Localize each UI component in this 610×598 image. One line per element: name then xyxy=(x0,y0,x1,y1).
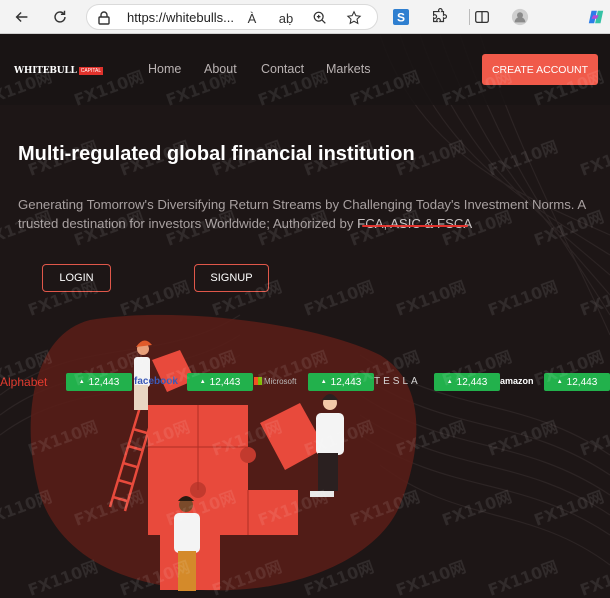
extensions-icon[interactable] xyxy=(428,6,450,28)
ticker-value: 12,443 xyxy=(209,376,241,388)
address-bar[interactable]: https://whitebulls... À aḅ xyxy=(86,4,378,30)
stock-ticker: Alphabet ▲ 12,443 facebook ▲ 12,443 Micros… xyxy=(0,372,610,392)
signup-button[interactable]: SIGNUP xyxy=(194,264,269,292)
page-title: Multi-regulated global financial institu… xyxy=(18,143,415,165)
svg-text:S: S xyxy=(397,11,405,25)
s-extension-icon[interactable]: S xyxy=(390,6,412,28)
up-arrow-icon: ▲ xyxy=(320,379,327,385)
ticker-logo-amazon: amazon xyxy=(500,376,534,386)
nav-contact[interactable]: Contact xyxy=(261,62,304,76)
ticker-value: 12,443 xyxy=(88,376,120,388)
up-arrow-icon: ▲ xyxy=(199,379,206,385)
microsoft-logo-text: Microsoft xyxy=(264,377,297,386)
nav-about[interactable]: About xyxy=(204,62,237,76)
logo-text: WHITEBULL xyxy=(14,66,77,76)
create-account-button[interactable]: CREATE ACCOUNT xyxy=(482,54,598,85)
browser-toolbar: https://whitebulls... À aḅ S xyxy=(0,0,610,34)
ticker-logo-tesla: TESLA xyxy=(374,376,421,387)
up-arrow-icon: ▲ xyxy=(446,379,453,385)
ticker-value: 12,443 xyxy=(566,376,598,388)
regulators-underline xyxy=(362,225,468,227)
ticker-logo-facebook: facebook xyxy=(134,376,178,387)
site-navbar: WHITEBULL CAPITAL Home About Contact Mar… xyxy=(0,35,610,105)
ticker-value: 12,443 xyxy=(456,376,488,388)
lock-icon[interactable] xyxy=(95,9,113,27)
translate-icon[interactable]: aḅ xyxy=(277,9,295,27)
favorite-icon[interactable] xyxy=(345,9,363,27)
webpage: WHITEBULL CAPITAL Home About Contact Mar… xyxy=(0,35,610,598)
url-text[interactable]: https://whitebulls... xyxy=(127,10,234,25)
refresh-icon[interactable] xyxy=(49,6,71,28)
ticker-price: ▲ 12,443 xyxy=(187,373,253,391)
ticker-value: 12,443 xyxy=(330,376,362,388)
ticker-price: ▲ 12,443 xyxy=(308,373,374,391)
nav-markets[interactable]: Markets xyxy=(326,62,370,76)
zoom-icon[interactable] xyxy=(311,9,329,27)
ticker-logo-microsoft: Microsoft xyxy=(254,377,296,386)
login-button[interactable]: LOGIN xyxy=(42,264,111,292)
profile-icon[interactable] xyxy=(509,6,531,28)
hero-subtext-body: Generating Tomorrow's Diversifying Retur… xyxy=(18,197,586,231)
ticker-logo-alphabet: Alphabet xyxy=(0,375,48,389)
ticker-price: ▲ 12,443 xyxy=(544,373,610,391)
split-screen-icon[interactable] xyxy=(471,6,493,28)
back-icon[interactable] xyxy=(11,6,33,28)
logo-badge: CAPITAL xyxy=(78,67,104,75)
puzzle-illustration xyxy=(30,314,417,591)
regulators-text: FCA, ASIC & FSCA xyxy=(357,216,473,231)
ticker-price: ▲ 12,443 xyxy=(66,373,132,391)
copilot-icon[interactable] xyxy=(585,6,607,28)
hero-subtext: Generating Tomorrow's Diversifying Retur… xyxy=(18,195,604,233)
microsoft-squares-icon xyxy=(254,377,262,385)
read-aloud-icon[interactable]: À xyxy=(243,9,261,27)
up-arrow-icon: ▲ xyxy=(78,379,85,385)
site-logo[interactable]: WHITEBULL CAPITAL xyxy=(14,63,104,79)
nav-home[interactable]: Home xyxy=(148,62,181,76)
ticker-price: ▲ 12,443 xyxy=(434,373,500,391)
up-arrow-icon: ▲ xyxy=(556,379,563,385)
